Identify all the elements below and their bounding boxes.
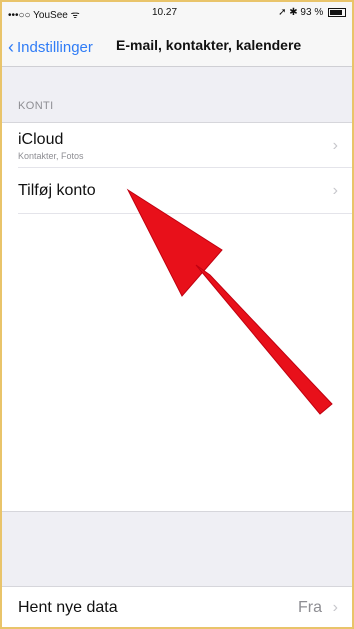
arrow-shaft — [195, 264, 333, 415]
phone-screen: •••○○ YouSee ᯤ 10.27 ➚ ✱ 93 % ‹ Indstilli… — [0, 0, 354, 629]
arrow-head — [126, 188, 223, 297]
red-arrow-annotation — [126, 188, 333, 415]
